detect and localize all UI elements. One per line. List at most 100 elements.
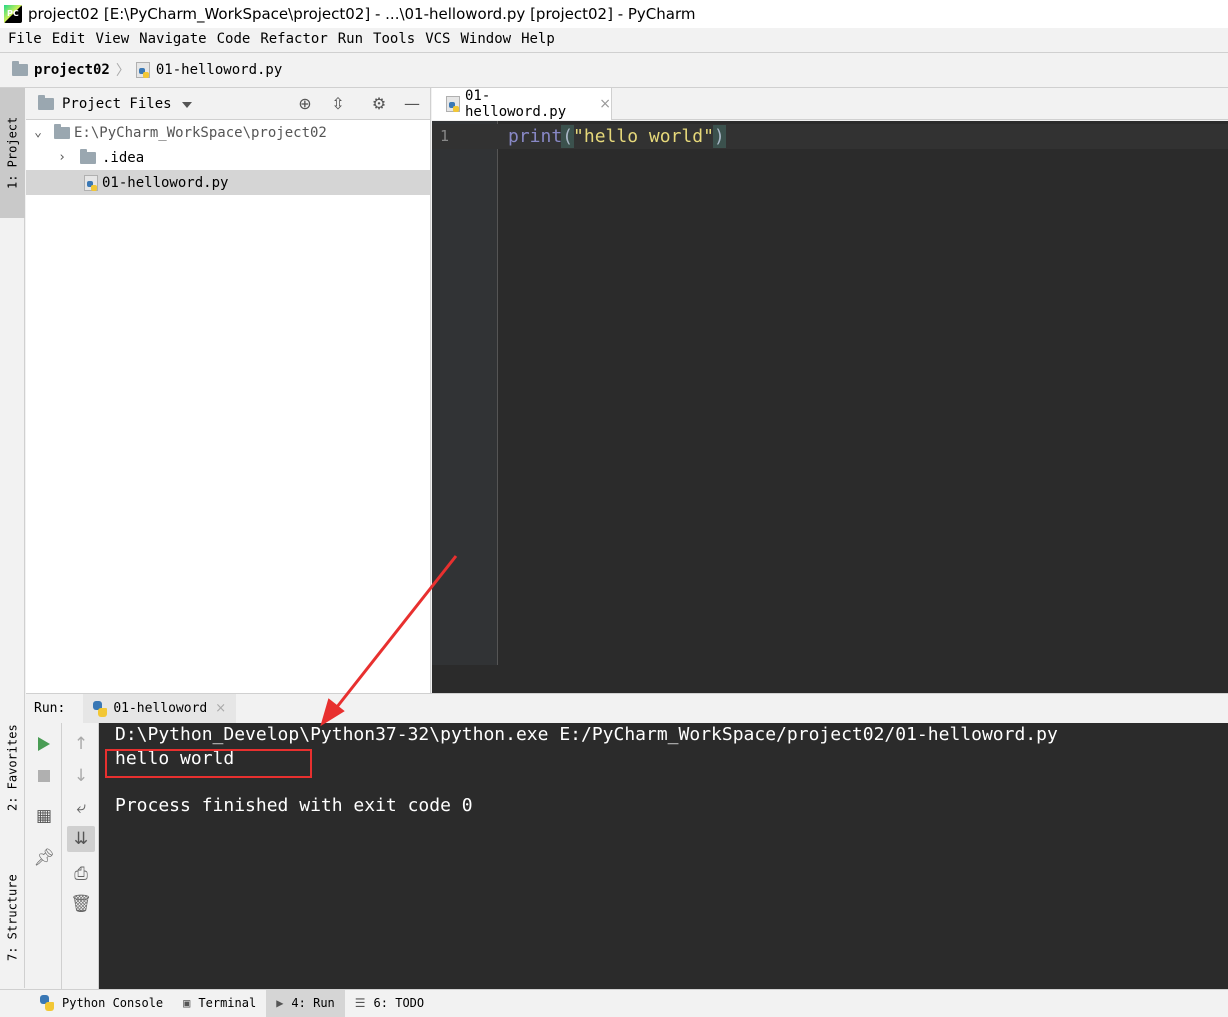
scroll-to-end-icon: ⇊ xyxy=(73,829,89,849)
down-stack-button[interactable]: ↓ xyxy=(67,763,95,789)
menu-view[interactable]: View xyxy=(91,31,133,47)
tree-row-helloword[interactable]: 01-helloword.py xyxy=(26,170,430,195)
tool-tab-project[interactable]: 1: Project xyxy=(0,88,25,218)
line-number: 1 xyxy=(440,127,450,145)
menu-vcs[interactable]: VCS xyxy=(421,31,454,47)
bottom-tab-terminal[interactable]: ▣ Terminal xyxy=(173,990,266,1017)
code-editor[interactable]: 1 print("hello world") xyxy=(432,121,1228,693)
console-command-line: D:\Python_Develop\Python37-32\python.exe… xyxy=(115,724,1058,745)
editor-bottom-area xyxy=(432,665,1228,693)
hide-panel-icon[interactable]: — xyxy=(403,95,421,113)
print-button[interactable]: ⎙ xyxy=(67,861,95,887)
python-icon xyxy=(93,700,108,717)
chevron-down-icon[interactable]: ⌄ xyxy=(30,125,46,140)
breadcrumb: project02 〉 01-helloword.py xyxy=(0,52,1228,88)
tool-tab-favorites[interactable]: 2: Favorites xyxy=(0,708,25,828)
menu-help[interactable]: Help xyxy=(517,31,559,47)
arrow-up-icon: ↑ xyxy=(73,734,89,754)
rerun-button[interactable] xyxy=(30,731,58,757)
tree-row-root[interactable]: ⌄ E:\PyCharm_WorkSpace\project02 xyxy=(26,120,430,145)
breadcrumb-file[interactable]: 01-helloword.py xyxy=(156,62,282,78)
tool-tab-project-label: 1: Project xyxy=(5,116,20,190)
menu-window[interactable]: Window xyxy=(457,31,516,47)
trash-icon: 🗑︎ xyxy=(70,894,92,914)
up-stack-button[interactable]: ↑ xyxy=(67,731,95,757)
bottom-tab-run-label: 4: Run xyxy=(291,996,335,1010)
bottom-tab-python-console-label: Python Console xyxy=(62,996,164,1010)
close-icon[interactable]: × xyxy=(215,701,226,716)
line-gutter xyxy=(432,121,498,665)
bottom-tab-terminal-label: Terminal xyxy=(198,996,257,1010)
pin-tab-button[interactable]: 📌︎ xyxy=(30,845,58,871)
close-icon[interactable]: × xyxy=(599,96,611,112)
tree-file-label: 01-helloword.py xyxy=(102,174,229,191)
collapse-all-icon[interactable]: ⇳ xyxy=(329,95,347,113)
console-exit-line: Process finished with exit code 0 xyxy=(115,795,473,816)
pycharm-app-icon: PC xyxy=(4,5,22,23)
tool-tab-structure[interactable]: 7: Structure xyxy=(0,860,25,975)
tree-row-idea[interactable]: › .idea xyxy=(26,145,430,170)
editor-tab-label: 01-helloword.py xyxy=(464,88,567,120)
bottom-tab-python-console[interactable]: Python Console xyxy=(30,990,173,1017)
bottom-tool-bar: Python Console ▣ Terminal ▶ 4: Run ☰ 6: … xyxy=(0,989,1228,1017)
tree-idea-label: .idea xyxy=(102,149,145,166)
clear-all-button[interactable]: 🗑︎ xyxy=(67,891,95,917)
menu-refactor[interactable]: Refactor xyxy=(256,31,331,47)
printer-icon: ⎙ xyxy=(74,864,88,884)
folder-icon xyxy=(54,123,70,139)
tree-root-label: E:\PyCharm_WorkSpace\project02 xyxy=(74,124,327,141)
run-label: Run: xyxy=(34,701,66,716)
folder-icon xyxy=(12,61,28,76)
gear-icon[interactable]: ⚙ xyxy=(370,95,388,113)
menu-file[interactable]: File xyxy=(4,31,46,47)
run-icon: ▶ xyxy=(276,996,284,1010)
terminal-icon: ▣ xyxy=(183,996,191,1010)
bottom-tab-run[interactable]: ▶ 4: Run xyxy=(266,989,345,1017)
breadcrumb-separator-icon: 〉 xyxy=(115,63,130,79)
editor-tab-helloword[interactable]: 01-helloword.py × xyxy=(432,88,612,120)
project-view-selector[interactable]: Project Files xyxy=(62,96,172,112)
menu-edit[interactable]: Edit xyxy=(48,31,90,47)
run-panel-header: Run: 01-helloword × xyxy=(26,693,1228,724)
pin-icon: 📌︎ xyxy=(33,848,55,868)
scroll-to-end-button[interactable]: ⇊ xyxy=(67,826,95,852)
play-icon xyxy=(38,737,50,751)
menu-navigate[interactable]: Navigate xyxy=(135,31,210,47)
locate-icon[interactable]: ⊕ xyxy=(296,95,314,113)
tool-tab-favorites-label: 2: Favorites xyxy=(5,724,20,812)
menu-tools[interactable]: Tools xyxy=(369,31,419,47)
code-open-paren: ( xyxy=(561,125,575,148)
project-panel-header: Project Files ⊕ ⇳ ⚙ — xyxy=(26,88,430,120)
folder-icon xyxy=(80,148,96,164)
run-tab-label: 01-helloword xyxy=(113,701,208,716)
menu-code[interactable]: Code xyxy=(213,31,255,47)
restore-layout-button[interactable]: ▦ xyxy=(30,803,58,829)
breadcrumb-project[interactable]: project02 xyxy=(34,62,110,78)
bottom-tab-todo[interactable]: ☰ 6: TODO xyxy=(345,990,434,1017)
chevron-right-icon[interactable]: › xyxy=(54,150,70,165)
python-file-icon xyxy=(135,62,150,78)
chevron-down-icon[interactable] xyxy=(181,102,192,108)
tool-tab-structure-label: 7: Structure xyxy=(5,874,20,961)
code-close-paren: ) xyxy=(712,125,726,148)
arrow-down-icon: ↓ xyxy=(73,766,89,786)
soft-wrap-button[interactable]: ⤶ xyxy=(67,795,95,821)
python-icon xyxy=(40,995,54,1011)
menu-run[interactable]: Run xyxy=(334,31,367,47)
python-file-icon xyxy=(446,96,460,112)
folder-icon xyxy=(38,94,54,110)
code-line[interactable]: print("hello world") xyxy=(508,124,726,149)
soft-wrap-icon: ⤶ xyxy=(76,798,86,818)
menu-bar: File Edit View Navigate Code Refactor Ru… xyxy=(0,28,1228,50)
title-bar: PC project02 [E:\PyCharm_WorkSpace\proje… xyxy=(0,0,1228,28)
stop-icon xyxy=(38,770,50,782)
stop-button[interactable] xyxy=(30,763,58,789)
todo-icon: ☰ xyxy=(354,996,366,1010)
run-toolbar-secondary: ↑ ↓ ⤶ ⇊ ⎙ 🗑︎ xyxy=(63,723,99,989)
editor-tab-bar: 01-helloword.py × xyxy=(432,88,1228,120)
annotation-highlight-box xyxy=(105,749,312,778)
layout-icon: ▦ xyxy=(35,806,53,826)
run-config-tab[interactable]: 01-helloword × xyxy=(83,693,237,724)
code-print-keyword: print xyxy=(508,126,563,147)
left-tool-strip: 1: Project 2: Favorites 7: Structure xyxy=(0,88,25,988)
